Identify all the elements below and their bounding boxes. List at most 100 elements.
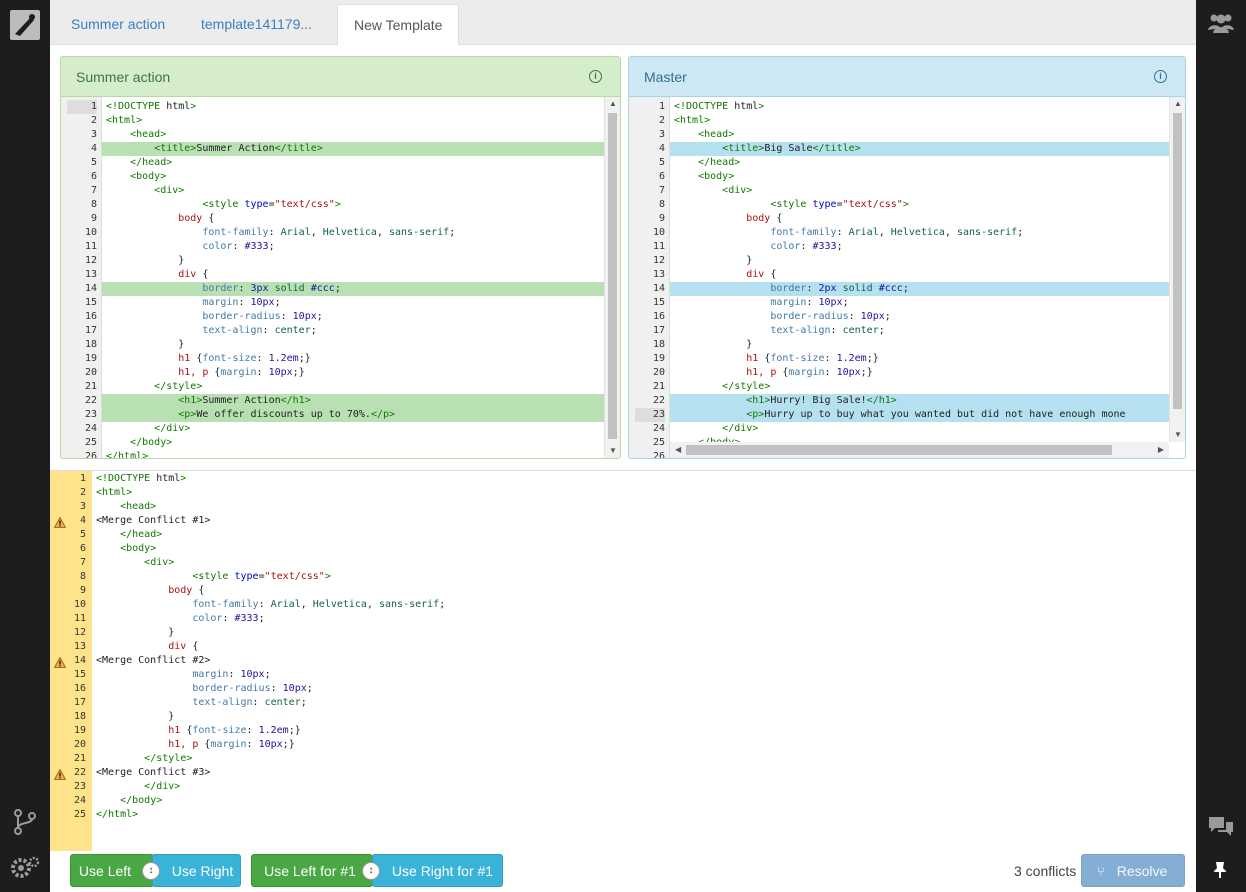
line-number: 11 [73,613,86,624]
use-right-1-button[interactable]: Use Right for #1 [372,854,503,887]
warning-icon[interactable] [53,655,67,668]
code-line: <!DOCTYPE html> [674,101,765,112]
merge-screen: Summer action template141179... New Temp… [0,0,1246,892]
line-number: 10 [84,227,97,238]
line-number: 9 [658,213,665,224]
settings-icon[interactable] [9,853,41,888]
right-rail [1196,0,1246,892]
use-right-button[interactable]: Use Right [152,854,241,887]
warning-icon[interactable] [53,515,67,528]
info-icon[interactable]: i [1154,70,1167,83]
line-number: 4 [90,143,97,154]
tab-summer-action[interactable]: Summer action [55,4,181,45]
code-line: <p>Hurry up to buy what you wanted but d… [670,408,1169,422]
code-line: div { [178,269,209,280]
code-line: <style type="text/css"> [770,199,909,210]
resolve-button[interactable]: ⑂ Resolve [1081,854,1185,887]
line-number: 20 [84,367,97,378]
code-line: <h1>Hurry! Big Sale!</h1> [670,394,1169,408]
warning-icon[interactable] [53,767,67,780]
code-line: h1 {font-size: 1.2em;} [746,353,879,364]
line-number: 13 [84,269,97,280]
code-line: } [96,627,175,638]
code-line: text-align: center; [770,325,885,336]
code-line: border-radius: 10px; [770,311,891,322]
code-line: <body> [698,171,735,182]
line-number: 14 [652,283,665,294]
swap-icon: ↕ [362,862,380,880]
code-line: <body> [120,543,157,554]
left-vscrollbar[interactable]: ▲ ▼ [604,97,620,458]
right-editor[interactable]: 1 2 3 4 5 6 7 8 9 10 11 12 13 14 15 16 17 18 19 20 21 22 23 24 2… [629,97,1185,458]
line-number: 1 [67,100,97,114]
line-number: 15 [73,669,86,680]
line-number: 6 [658,171,665,182]
code-line: h1, p {margin: 10px;} [178,367,305,378]
line-number: 12 [84,255,97,266]
merged-code[interactable]: <!DOCTYPE html> <html> <head> <Merge Confl… [92,471,1196,851]
merge-conflict-line: <Merge Conflict #2> [96,655,211,666]
tab-new-template[interactable]: New Template [337,4,460,46]
left-code[interactable]: <!DOCTYPE html> <html> <head> <title>Summ… [102,97,620,458]
line-number: 2 [90,115,97,126]
use-left-1-button[interactable]: Use Left for #1 [251,854,373,887]
line-number: 18 [652,339,665,350]
line-number: 11 [652,241,665,252]
code-line: </div> [154,423,191,434]
code-line: <head> [120,501,157,512]
line-number: 12 [652,255,665,266]
code-line: } [674,255,753,266]
branch-icon[interactable] [12,808,38,841]
line-number: 21 [73,753,86,764]
line-number: 16 [84,311,97,322]
code-line: </head> [130,157,173,168]
line-number: 20 [73,739,86,750]
footer-actions: Use Left Use Right ↕ Use Left for #1 Use… [50,851,1196,892]
right-panel: Master i 1 2 3 4 5 6 7 8 9 10 11 12 13 14 15 16 17 18 19 20… [628,56,1186,459]
chat-icon[interactable] [1208,815,1234,844]
code-line: <title>Summer Action</title> [102,142,620,156]
code-line: } [674,339,753,350]
line-number: 8 [90,199,97,210]
code-line: } [106,339,185,350]
line-number: 17 [84,325,97,336]
code-line: h1 {font-size: 1.2em;} [168,725,301,736]
code-line: <!DOCTYPE html> [96,473,187,484]
code-line: div { [746,269,777,280]
line-number: 2 [658,115,665,126]
line-number: 9 [90,213,97,224]
branch-icon: ⑂ [1097,864,1105,879]
merged-editor[interactable]: 1 2 3 4 5 6 7 8 9 10 11 12 13 14 15 16 17 18 19 20 21 22 23 24 2… [50,470,1196,851]
conflicts-count: 3 conflicts [1014,863,1077,879]
line-number: 13 [652,269,665,280]
code-line: margin: 10px; [202,297,281,308]
line-number: 17 [73,697,86,708]
right-hscrollbar[interactable]: ◀ ▶ [670,442,1169,458]
line-number: 22 [84,395,97,406]
tab-template[interactable]: template141179... [185,4,328,45]
line-number: 25 [84,437,97,448]
code-line: </head> [120,529,163,540]
code-line: <html> [674,115,711,126]
line-number: 10 [652,227,665,238]
code-line: text-align: center; [202,325,317,336]
line-number: 3 [90,129,97,140]
code-line: </style> [144,753,193,764]
code-line: <html> [106,115,143,126]
users-icon[interactable] [1208,12,1234,39]
code-line: </body> [130,437,173,448]
line-number: 24 [652,423,665,434]
code-line: <div> [154,185,185,196]
line-number: 19 [652,353,665,364]
pin-icon[interactable] [1213,861,1227,884]
code-line: border-radius: 10px; [202,311,323,322]
left-editor[interactable]: 1 2 3 4 5 6 7 8 9 10 11 12 13 14 15 16 17 18 19 20 21 22 23 24 2… [61,97,620,458]
code-line: } [96,711,175,722]
code-line: <head> [698,129,735,140]
right-vscrollbar[interactable]: ▲ ▼ [1169,97,1185,442]
line-number: 24 [73,795,86,806]
app-logo[interactable] [10,10,40,40]
right-code[interactable]: <!DOCTYPE html> <html> <head> <title>Big … [670,97,1169,458]
info-icon[interactable]: i [589,70,602,83]
line-number: 19 [73,725,86,736]
